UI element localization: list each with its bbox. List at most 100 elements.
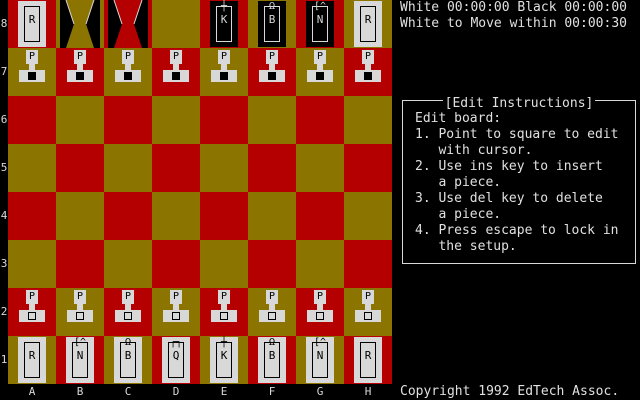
square-b3[interactable]: [56, 240, 104, 288]
square-e1[interactable]: ┼ K: [200, 336, 248, 384]
square-d3[interactable]: [152, 240, 200, 288]
square-e5[interactable]: [200, 144, 248, 192]
square-h6[interactable]: [344, 96, 392, 144]
square-b7[interactable]: P: [56, 48, 104, 96]
white-pawn-icon: P: [355, 290, 381, 322]
file-label-g: G: [316, 385, 324, 398]
square-h7[interactable]: P: [344, 48, 392, 96]
square-d7[interactable]: P: [152, 48, 200, 96]
square-g5[interactable]: [296, 144, 344, 192]
white-queen-icon: ┌┐ Q: [162, 337, 190, 383]
file-labels: A B C D E F G H: [8, 384, 392, 400]
black-pawn-icon: P: [163, 50, 189, 82]
square-c2[interactable]: P: [104, 288, 152, 336]
square-d4[interactable]: [152, 192, 200, 240]
square-b1[interactable]: [^ N: [56, 336, 104, 384]
square-a8[interactable]: R: [8, 0, 56, 48]
square-g4[interactable]: [296, 192, 344, 240]
square-e6[interactable]: [200, 96, 248, 144]
square-f2[interactable]: P: [248, 288, 296, 336]
square-c7[interactable]: P: [104, 48, 152, 96]
square-h4[interactable]: [344, 192, 392, 240]
white-pawn-icon: P: [115, 290, 141, 322]
rank-label-3: 3: [0, 257, 8, 270]
file-label-c: C: [124, 385, 132, 398]
edit-instructions-panel: [Edit Instructions] Edit board: 1. Point …: [402, 96, 636, 264]
square-c5[interactable]: [104, 144, 152, 192]
square-c1[interactable]: ΩB: [104, 336, 152, 384]
black-pawn-icon: P: [115, 50, 141, 82]
square-c4[interactable]: [104, 192, 152, 240]
square-g2[interactable]: P: [296, 288, 344, 336]
square-b8[interactable]: [56, 0, 104, 48]
square-c6[interactable]: [104, 96, 152, 144]
black-pawn-icon: P: [355, 50, 381, 82]
square-f1[interactable]: ΩB: [248, 336, 296, 384]
file-label-a: A: [28, 385, 36, 398]
square-d5[interactable]: [152, 144, 200, 192]
black-pawn-icon: P: [259, 50, 285, 82]
square-d1[interactable]: ┌┐ Q: [152, 336, 200, 384]
white-knight-icon: [^ N: [66, 337, 94, 383]
square-a7[interactable]: P: [8, 48, 56, 96]
square-d2[interactable]: P: [152, 288, 200, 336]
square-g8[interactable]: [^ N: [296, 0, 344, 48]
white-king-icon: ┼ K: [210, 337, 238, 383]
square-h1[interactable]: R: [344, 336, 392, 384]
square-b5[interactable]: [56, 144, 104, 192]
square-a2[interactable]: P: [8, 288, 56, 336]
square-c3[interactable]: [104, 240, 152, 288]
square-d8[interactable]: [152, 0, 200, 48]
square-a3[interactable]: [8, 240, 56, 288]
panel-body: Edit board: 1. Point to square to edit wi…: [415, 111, 619, 255]
rank-label-8: 8: [0, 17, 8, 30]
white-pawn-icon: P: [307, 290, 333, 322]
square-a1[interactable]: R: [8, 336, 56, 384]
square-e7[interactable]: P: [200, 48, 248, 96]
square-b2[interactable]: P: [56, 288, 104, 336]
square-c8[interactable]: [104, 0, 152, 48]
file-label-d: D: [172, 385, 180, 398]
white-pawn-icon: P: [19, 290, 45, 322]
instruction-line: with cursor.: [415, 143, 533, 158]
white-pawn-icon: P: [259, 290, 285, 322]
black-pawn-icon: P: [211, 50, 237, 82]
square-a5[interactable]: [8, 144, 56, 192]
rank-label-5: 5: [0, 161, 8, 174]
black-knight-icon: [^ N: [306, 1, 334, 47]
square-e4[interactable]: [200, 192, 248, 240]
square-f5[interactable]: [248, 144, 296, 192]
instruction-line: 3. Use del key to delete: [415, 191, 603, 206]
square-b6[interactable]: [56, 96, 104, 144]
square-h5[interactable]: [344, 144, 392, 192]
square-f8[interactable]: ΩB: [248, 0, 296, 48]
square-g6[interactable]: [296, 96, 344, 144]
move-prompt: White to Move within 00:00:30: [400, 16, 627, 31]
square-a4[interactable]: [8, 192, 56, 240]
square-h2[interactable]: P: [344, 288, 392, 336]
file-label-b: B: [76, 385, 84, 398]
square-f3[interactable]: [248, 240, 296, 288]
instruction-line: the setup.: [415, 239, 517, 254]
square-b4[interactable]: [56, 192, 104, 240]
square-e8[interactable]: ┼ K: [200, 0, 248, 48]
square-a6[interactable]: [8, 96, 56, 144]
square-h8[interactable]: R: [344, 0, 392, 48]
square-f4[interactable]: [248, 192, 296, 240]
instruction-line: 2. Use ins key to insert: [415, 159, 603, 174]
white-bishop-icon: ΩB: [258, 337, 286, 383]
chess-board[interactable]: R ┼ K Ω B [^ N R P P P P P P P P P P P P P P P P R [^ N Ω B ┌┐ Q ┼ K Ω B [^…: [8, 0, 392, 384]
instruction-line: Edit board:: [415, 111, 502, 126]
square-f6[interactable]: [248, 96, 296, 144]
instruction-line: 4. Press escape to lock in: [415, 223, 619, 238]
square-g3[interactable]: [296, 240, 344, 288]
square-e3[interactable]: [200, 240, 248, 288]
square-f7[interactable]: P: [248, 48, 296, 96]
square-h3[interactable]: [344, 240, 392, 288]
rank-label-7: 7: [0, 65, 8, 78]
square-g7[interactable]: P: [296, 48, 344, 96]
square-g1[interactable]: [^ N: [296, 336, 344, 384]
black-pawn-icon: P: [67, 50, 93, 82]
square-d6[interactable]: [152, 96, 200, 144]
square-e2[interactable]: P: [200, 288, 248, 336]
